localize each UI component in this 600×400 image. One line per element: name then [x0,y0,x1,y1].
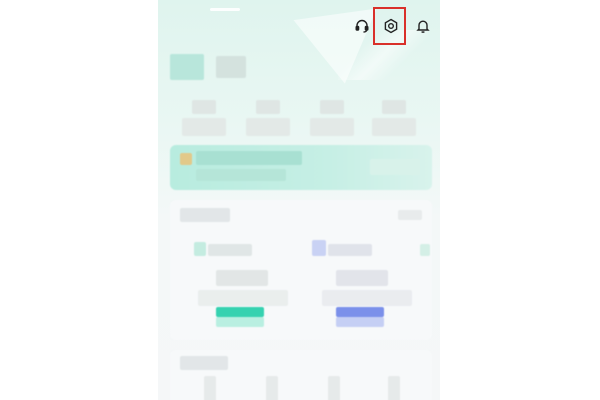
screenshot-stage [0,0,600,400]
category-label-blurred [208,244,252,256]
notifications-button[interactable] [409,12,437,40]
blue-category-icon [312,240,326,256]
metric-subtext-blurred [198,290,288,306]
category-label-blurred [328,244,372,256]
tool-item[interactable] [266,376,278,400]
card-title-blurred [180,208,230,222]
page-title-secondary-blurred [216,56,246,78]
stat-label-blurred [256,100,280,114]
stat-value-blurred [246,118,290,136]
headset-icon [355,19,369,33]
metric-value-blurred [216,270,268,286]
stat-item[interactable] [308,100,358,140]
mobile-app-screen [158,0,440,400]
bell-icon [416,20,430,33]
stat-item[interactable] [370,100,420,140]
stat-value-blurred [182,118,226,136]
green-action-button[interactable] [216,307,264,317]
stat-label-blurred [382,100,406,114]
metric-value-blurred [336,270,388,286]
settings-highlight-box [373,7,406,45]
metric-subtext-blurred [322,290,412,306]
customer-service-button[interactable] [348,12,376,40]
banner-subtitle-blurred [196,169,286,181]
blue-button-shadow [336,317,384,327]
stat-item[interactable] [244,100,294,140]
tool-item[interactable] [204,376,216,400]
tools-card [170,350,432,400]
green-category-icon [194,242,206,256]
stat-value-blurred [310,118,354,136]
banner-badge-icon [180,153,192,165]
stat-item[interactable] [180,100,230,140]
status-bar-indicator [210,8,240,11]
tool-item[interactable] [328,376,340,400]
stat-value-blurred [372,118,416,136]
blue-action-button[interactable] [336,307,384,317]
stat-label-blurred [320,100,344,114]
overview-card [170,200,432,340]
green-button-shadow [216,317,264,327]
banner-title-blurred [196,151,302,165]
banner-action-button[interactable] [370,159,420,175]
card-title-blurred [180,356,228,370]
card-more-link[interactable] [398,210,422,220]
stat-label-blurred [192,100,216,114]
scroll-indicator [420,244,430,256]
tool-item[interactable] [388,376,400,400]
promo-banner[interactable] [170,145,432,190]
page-title-blurred [170,54,204,80]
